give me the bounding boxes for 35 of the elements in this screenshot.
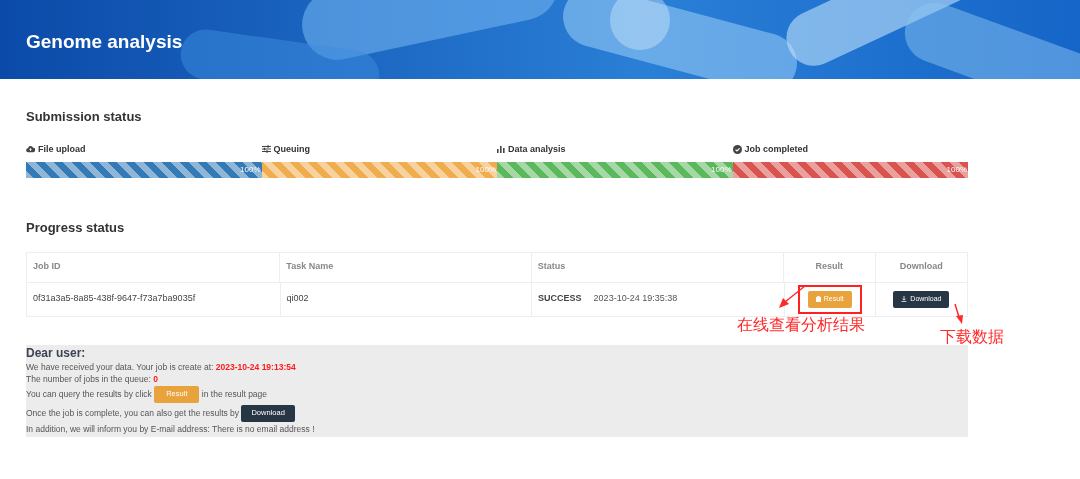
page-title: Genome analysis: [26, 30, 183, 54]
section-title: Progress status: [26, 219, 126, 237]
column-header: Result: [815, 260, 844, 274]
step-label: Job completed: [744, 142, 808, 156]
table-cell: 0f31a3a5-8a85-438f-9647-f73a7ba9035f: [33, 292, 196, 306]
sliders-icon: [261, 145, 271, 154]
progress-reading: 100%: [240, 164, 261, 176]
cloud-upload-icon: [26, 145, 35, 154]
table-cell: qi002: [286, 292, 309, 306]
arrow-icon: [954, 303, 966, 325]
annotation-text: 在线查看分析结果: [737, 314, 865, 336]
column-header: Task Name: [286, 260, 334, 274]
notice-text: The number of jobs in the queue:: [26, 372, 152, 385]
highlight-value: 2023-10-24 19:13:54: [215, 360, 296, 373]
notice-text: We have received your data. Your job is create at:: [26, 360, 215, 373]
step-label: Queuing: [273, 142, 310, 156]
column-header: Download: [899, 260, 943, 274]
notice-text: In addition, we will inform you by E-mail address: There is no email address !: [26, 422, 315, 435]
step-label: Data analysis: [508, 142, 566, 156]
notice-text: in the result page: [200, 388, 268, 400]
section-title: Submission status: [26, 108, 143, 126]
column-header: Status: [537, 260, 566, 274]
check-circle-icon: [732, 144, 742, 154]
highlight-value: 0: [153, 372, 158, 385]
clipboard-icon: [815, 296, 821, 302]
annotation-text: 下载数据: [940, 326, 1004, 348]
step-label: File upload: [38, 142, 86, 156]
bar-chart-icon: [497, 145, 505, 154]
table-cell: 2023-10-24 19:35:38: [593, 292, 678, 306]
column-header: Job ID: [33, 260, 61, 274]
notice-text: Once the job is complete, you can also get the results by: [26, 407, 241, 419]
notice-title: Dear user:: [26, 344, 87, 361]
download-icon: [901, 296, 908, 302]
notice-text: You can query the results by click: [26, 388, 153, 400]
status-text: SUCCESS: [538, 292, 582, 306]
